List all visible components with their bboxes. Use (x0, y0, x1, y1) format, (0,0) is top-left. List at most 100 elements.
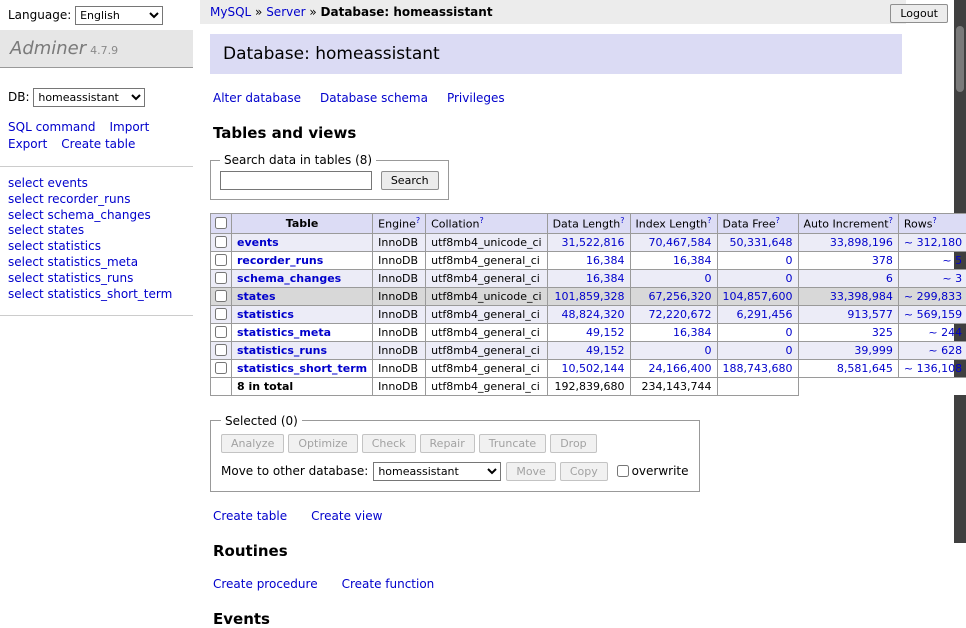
table-link-states[interactable]: states (237, 290, 276, 303)
optimize-button[interactable]: Optimize (288, 434, 357, 453)
sidebar-select-statistics[interactable]: select statistics (8, 239, 185, 255)
sidebar-select-events[interactable]: select events (8, 176, 185, 192)
help-link[interactable]: ? (479, 216, 483, 225)
breadcrumb-link-mysql[interactable]: MySQL (210, 5, 251, 19)
column-header-data-length: Data Length? (547, 214, 630, 234)
language-label: Language: (8, 8, 71, 22)
scrollbar-thumb[interactable] (956, 26, 964, 92)
database-schema-link[interactable]: Database schema (320, 91, 428, 105)
table-link-events[interactable]: events (237, 236, 279, 249)
table-name-cell: statistics_short_term (232, 359, 373, 377)
sidebar-link-create-table[interactable]: Create table (61, 137, 135, 151)
sidebar-command-links: SQL command Import Export Create table (0, 111, 193, 167)
privileges-link[interactable]: Privileges (447, 91, 505, 105)
table-link-statistics[interactable]: statistics (237, 308, 294, 321)
table-link-recorder-runs[interactable]: recorder_runs (237, 254, 323, 267)
page-title: Database: homeassistant (210, 34, 902, 74)
check-button[interactable]: Check (362, 434, 416, 453)
create-procedure-link[interactable]: Create procedure (213, 577, 318, 591)
sidebar-select-states[interactable]: select states (8, 223, 185, 239)
rows-cell: ~ 5 (898, 251, 966, 269)
move-label: Move to other database: (221, 464, 368, 478)
search-button[interactable]: Search (381, 171, 439, 190)
index-length-cell: 72,220,672 (630, 305, 717, 323)
search-input[interactable] (220, 171, 372, 190)
sidebar-link-export[interactable]: Export (8, 137, 47, 151)
column-header-data-free: Data Free? (717, 214, 798, 234)
selected-fieldset: Selected (0) AnalyzeOptimizeCheckRepairT… (210, 414, 700, 492)
drop-button[interactable]: Drop (550, 434, 596, 453)
row-checkbox[interactable] (215, 272, 227, 284)
auto-increment-cell: 33,398,984 (798, 287, 898, 305)
row-checkbox[interactable] (215, 254, 227, 266)
logout-button[interactable]: Logout (890, 4, 948, 23)
sidebar-select-schema-changes[interactable]: select schema_changes (8, 208, 185, 224)
row-checkbox[interactable] (215, 236, 227, 248)
table-link-statistics-meta[interactable]: statistics_meta (237, 326, 331, 339)
row-checkbox[interactable] (215, 326, 227, 338)
collation-cell: utf8mb4_general_ci (426, 359, 547, 377)
table-name-cell: statistics_runs (232, 341, 373, 359)
db-label: DB: (8, 90, 30, 104)
table-link-statistics-short-term[interactable]: statistics_short_term (237, 362, 367, 375)
total-row: 8 in totalInnoDButf8mb4_general_ci192,83… (211, 377, 966, 395)
row-checkbox[interactable] (215, 308, 227, 320)
tables-heading: Tables and views (213, 124, 952, 142)
breadcrumb-separator: » (306, 5, 321, 19)
rows-link[interactable]: ~ 3 (942, 272, 962, 285)
engine-cell: InnoDB (373, 341, 426, 359)
sidebar-link-sql-command[interactable]: SQL command (8, 120, 95, 134)
create-view-link[interactable]: Create view (311, 509, 382, 523)
rows-link[interactable]: ~ 628 (928, 344, 962, 357)
row-checkbox[interactable] (215, 362, 227, 374)
adminer-logo[interactable]: Adminer4.7.9 (0, 30, 193, 68)
rows-link[interactable]: ~ 136,108 (904, 362, 962, 375)
column-header-auto-increment: Auto Increment? (798, 214, 898, 234)
rows-link[interactable]: ~ 244 (928, 326, 962, 339)
adminer-brand-text: Adminer (10, 38, 86, 59)
auto-increment-cell: 8,581,645 (798, 359, 898, 377)
rows-link[interactable]: ~ 312,180 (904, 236, 962, 249)
table-link-statistics-runs[interactable]: statistics_runs (237, 344, 327, 357)
repair-button[interactable]: Repair (420, 434, 475, 453)
help-link[interactable]: ? (932, 216, 936, 225)
sidebar-select-statistics-runs[interactable]: select statistics_runs (8, 271, 185, 287)
table-link-schema-changes[interactable]: schema_changes (237, 272, 341, 285)
table-row: statistics_short_termInnoDButf8mb4_gener… (211, 359, 966, 377)
command-links-row: Export Create table (8, 136, 185, 153)
rows-link[interactable]: ~ 299,833 (904, 290, 962, 303)
rows-link[interactable]: ~ 5 (942, 254, 962, 267)
auto-increment-cell: 913,577 (798, 305, 898, 323)
breadcrumb-link-server[interactable]: Server (266, 5, 305, 19)
data-free-cell: 0 (717, 251, 798, 269)
help-link[interactable]: ? (776, 216, 780, 225)
create-table-link[interactable]: Create table (213, 509, 287, 523)
select-all-checkbox[interactable] (215, 217, 227, 229)
move-database-select[interactable]: homeassistant (373, 462, 501, 481)
table-name-cell: states (232, 287, 373, 305)
truncate-button[interactable]: Truncate (479, 434, 546, 453)
sidebar-select-statistics-meta[interactable]: select statistics_meta (8, 255, 185, 271)
overwrite-checkbox[interactable] (617, 465, 629, 477)
overwrite-label: overwrite (632, 464, 689, 478)
help-link[interactable]: ? (416, 216, 420, 225)
help-link[interactable]: ? (707, 216, 711, 225)
sidebar-link-import[interactable]: Import (109, 120, 149, 134)
language-select[interactable]: English (75, 6, 163, 25)
analyze-button[interactable]: Analyze (221, 434, 284, 453)
rows-link[interactable]: ~ 569,159 (904, 308, 962, 321)
sidebar-select-recorder-runs[interactable]: select recorder_runs (8, 192, 185, 208)
table-name-cell: recorder_runs (232, 251, 373, 269)
alter-database-link[interactable]: Alter database (213, 91, 301, 105)
row-checkbox[interactable] (215, 344, 227, 356)
sidebar-select-statistics-short-term[interactable]: select statistics_short_term (8, 287, 185, 303)
move-button[interactable]: Move (506, 462, 556, 481)
create-function-link[interactable]: Create function (342, 577, 435, 591)
db-select[interactable]: homeassistant (33, 88, 145, 107)
copy-button[interactable]: Copy (560, 462, 608, 481)
auto-increment-cell: 6 (798, 269, 898, 287)
rows-cell: ~ 569,159 (898, 305, 966, 323)
row-checkbox[interactable] (215, 290, 227, 302)
help-link[interactable]: ? (889, 216, 893, 225)
help-link[interactable]: ? (620, 216, 624, 225)
